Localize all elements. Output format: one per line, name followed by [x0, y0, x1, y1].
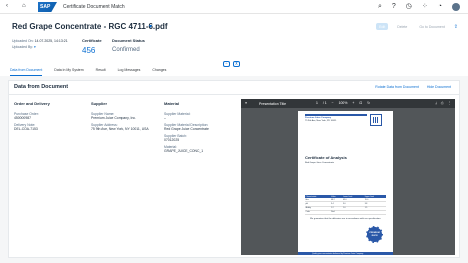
pdf-page: Premium Juice Company 75 9th Ave, New Yo…: [298, 111, 393, 255]
supplier-address-value: 75 9th Ave, New York, NY 10011, USA: [91, 127, 149, 131]
supplier-group: Supplier Supplier Name: Premium Juice Co…: [91, 101, 163, 131]
home-icon[interactable]: ⌂: [22, 3, 26, 9]
doc-heading: Certificate of Analysis: [305, 155, 347, 160]
group-heading: Order and Delivery: [14, 101, 50, 106]
pdf-right-controls: ⤓ ⎙ ⋮: [435, 101, 451, 105]
table-cell: [364, 210, 386, 215]
header-bar: [305, 114, 367, 116]
doc-results-table: Characteristic Value Lower Limit Upper L…: [305, 195, 386, 215]
rotate-data-button[interactable]: Rotate Data from Document: [375, 85, 419, 89]
page-title: Red Grape Concentrate - RGC 4711-6.pdf: [12, 22, 168, 31]
tab-result[interactable]: Result: [96, 66, 106, 76]
tab-bar: Data from Document Data in My System Res…: [0, 66, 468, 76]
document-status-value: Confirmed: [112, 47, 140, 53]
pdf-viewer[interactable]: ≡ Presentation Title 1 / 1 − 100% + ⊡ ↻ …: [241, 99, 455, 255]
supplier-batch-value: 07012025: [164, 138, 180, 142]
delivery-note-value: DEL-COA-7153: [14, 127, 38, 131]
certificate-label: Certificate: [82, 38, 102, 43]
page-total: / 1: [322, 101, 327, 105]
chevron-down-icon[interactable]: ▾: [149, 23, 152, 30]
table-cell: [342, 210, 365, 215]
sap-logo[interactable]: SAP: [38, 2, 57, 12]
section-title: Data from Document: [14, 84, 69, 90]
document-status-label: Document Status: [112, 38, 145, 43]
uploaded-on-value: 14.07.2025, 14:13:21: [34, 39, 68, 43]
doc-company: Premium Juice Company: [305, 117, 332, 119]
pin-header-icon[interactable]: ⊼: [233, 61, 240, 67]
table-cell: Red: [330, 210, 343, 215]
zoom-in-icon[interactable]: +: [352, 101, 354, 105]
supplier-material-value: –: [164, 116, 166, 120]
section-actions: Rotate Data from Document Hide Document: [375, 85, 451, 89]
doc-company-address: 75 9th Ave, New York, NY 10011: [305, 120, 337, 122]
order-delivery-group: Order and Delivery Purchase Order: 45000…: [14, 101, 86, 131]
app-title[interactable]: Certificate Document Match: [63, 4, 125, 10]
uploaded-by-label: Uploaded By:: [12, 45, 34, 49]
search-icon[interactable]: ⌕: [378, 2, 382, 12]
uploaded-by: Uploaded By: ▾: [12, 45, 36, 49]
back-icon[interactable]: ‹: [6, 3, 8, 9]
share-icon[interactable]: ⇪: [454, 24, 458, 30]
more-icon[interactable]: ⋮: [448, 101, 451, 105]
qr-code-icon: [370, 114, 382, 126]
tab-data-from-document[interactable]: Data from Document: [10, 66, 43, 76]
page-input[interactable]: 1: [316, 101, 318, 105]
material-description-value: Red Grape Juice Concentrate: [164, 127, 209, 131]
doc-footer: Quality juice concentrates delivered by …: [298, 252, 393, 255]
table-row: Color Red: [305, 210, 386, 215]
uploaded-on: Uploaded On: 14.07.2025, 14:13:21: [12, 39, 68, 43]
go-to-document-button[interactable]: Go to Document: [416, 23, 447, 30]
certificate-link[interactable]: 456: [82, 46, 95, 55]
tab-data-in-my-system[interactable]: Data in My System: [54, 66, 83, 76]
company-seal: PREMIUM JUICE: [366, 226, 383, 243]
rotate-icon[interactable]: ↻: [367, 101, 370, 105]
products-icon[interactable]: ⁘: [422, 2, 428, 12]
doc-footer-text: Quality juice concentrates delivered by …: [312, 252, 364, 255]
uploaded-on-label: Uploaded On:: [12, 39, 34, 43]
delete-button[interactable]: Delete: [394, 23, 410, 30]
material-value: GRAPE_JUICE_CONC_1: [164, 149, 204, 153]
tab-changes[interactable]: Changes: [152, 66, 166, 76]
tab-log-messages[interactable]: Log Messages: [118, 66, 141, 76]
divider: [9, 94, 459, 95]
doc-note: We guarantee that the deliveries are in …: [310, 218, 381, 220]
fit-page-icon[interactable]: ⊡: [359, 101, 362, 105]
doc-product: Red Grape Juice Concentrate: [305, 162, 334, 164]
menu-icon[interactable]: ≡: [245, 101, 247, 105]
info-icon[interactable]: ◔: [438, 2, 442, 12]
hide-document-button[interactable]: Hide Document: [427, 85, 451, 89]
zoom-level[interactable]: 100%: [339, 101, 348, 105]
group-heading: Supplier: [91, 101, 108, 106]
purchase-order-value: 450000987: [14, 116, 31, 120]
pdf-title: Presentation Title: [259, 101, 287, 106]
avatar[interactable]: [452, 3, 460, 11]
collapse-header-icon[interactable]: ^: [223, 61, 230, 67]
header-actions: Edit Delete Go to Document ⇪: [376, 23, 458, 30]
pdf-controls: 1 / 1 − 100% + ⊡ ↻: [316, 101, 370, 105]
supplier-name-value: Premium Juice Company, Inc.: [91, 116, 136, 120]
chevron-down-icon[interactable]: ▾: [34, 45, 36, 49]
shell-actions: ⌕ ? ◷ ⁘ ◔: [378, 2, 460, 12]
help-icon[interactable]: ?: [392, 2, 396, 12]
material-group: Material Supplier Material: – Supplier M…: [164, 101, 236, 153]
download-icon[interactable]: ⤓: [435, 101, 437, 105]
shell-bar: ‹ ⌂ SAP Certificate Document Match ⌕ ? ◷…: [0, 0, 468, 14]
pdf-toolbar: ≡ Presentation Title 1 / 1 − 100% + ⊡ ↻ …: [241, 99, 455, 108]
zoom-out-icon[interactable]: −: [332, 101, 334, 105]
group-heading: Material: [164, 101, 180, 106]
notification-icon[interactable]: ◷: [406, 2, 412, 12]
data-from-document-section: Data from Document Rotate Data from Docu…: [8, 80, 460, 258]
edit-button[interactable]: Edit: [376, 23, 389, 30]
print-icon[interactable]: ⎙: [441, 101, 444, 105]
table-cell: Color: [305, 210, 331, 215]
